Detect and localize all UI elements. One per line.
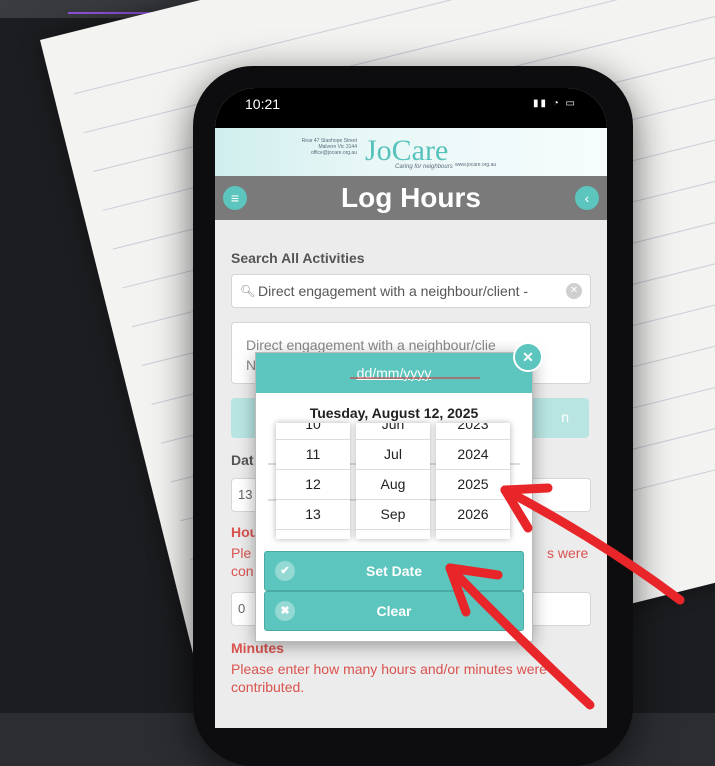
minutes-help: Please enter how many hours and/or minut…	[231, 661, 547, 695]
year-option[interactable]: 2026	[436, 499, 510, 530]
month-option[interactable]: Jun	[356, 423, 430, 440]
year-option[interactable]: 2024	[436, 439, 510, 470]
date-picker-modal: dd/mm/yyyy Tuesday, August 12, 2025 10 1…	[255, 352, 533, 642]
day-wheel[interactable]: 10 11 12 13 14	[276, 423, 350, 539]
brand-tagline: Caring for neighbours	[395, 164, 453, 170]
set-date-button[interactable]: ✔ Set Date	[264, 551, 524, 591]
day-option-selected[interactable]: 12	[276, 469, 350, 500]
brand-website: www.jocare.org.au	[455, 162, 497, 168]
status-icons: ▮▮ ◔ ▭	[532, 98, 577, 109]
activity-search-input[interactable]: 🔍︎ Direct engagement with a neighbour/cl…	[231, 274, 591, 308]
check-icon: ✔	[275, 561, 295, 581]
clear-date-button[interactable]: ✖ Clear	[264, 591, 524, 631]
close-modal-icon[interactable]: ✕	[513, 342, 543, 372]
page-title: Log Hours	[341, 182, 481, 213]
year-option[interactable]: 2027	[436, 529, 510, 539]
date-picker-header: dd/mm/yyyy	[256, 353, 532, 393]
month-option-selected[interactable]: Aug	[356, 469, 430, 500]
minutes-label: Minutes	[231, 640, 284, 656]
brand-address: Rear 47 Stanhope Street Malvern Vic 3144…	[301, 138, 357, 156]
brand-banner: Rear 47 Stanhope Street Malvern Vic 3144…	[215, 128, 607, 176]
year-wheel[interactable]: 2023 2024 2025 2026 2027	[436, 423, 510, 539]
search-label: Search All Activities	[231, 250, 365, 266]
date-picker-current-date: Tuesday, August 12, 2025	[309, 405, 479, 421]
year-option-selected[interactable]: 2025	[436, 469, 510, 500]
x-icon: ✖	[275, 601, 295, 621]
status-bar: 10:21 ▮▮ ◔ ▭	[215, 88, 607, 128]
day-option[interactable]: 10	[276, 423, 350, 440]
date-format: dd/mm/yyyy	[356, 365, 432, 381]
day-option[interactable]: 14	[276, 529, 350, 539]
day-option[interactable]: 13	[276, 499, 350, 530]
title-bar: ≡ Log Hours ‹	[215, 176, 607, 220]
status-time: 10:21	[245, 96, 281, 112]
date-label: Dat	[231, 452, 254, 468]
month-option[interactable]: Oct	[356, 529, 430, 539]
jocare-logo: JoCare	[365, 134, 449, 167]
day-option[interactable]: 11	[276, 439, 350, 470]
search-icon: 🔍︎	[240, 284, 256, 298]
month-option[interactable]: Jul	[356, 439, 430, 470]
clear-search-icon[interactable]: ✕	[566, 283, 582, 299]
back-icon[interactable]: ‹	[575, 186, 599, 210]
year-option[interactable]: 2023	[436, 423, 510, 440]
date-wheels: 10 11 12 13 14 Jun Jul Aug Sep Oct 2023 …	[276, 423, 512, 539]
month-option[interactable]: Sep	[356, 499, 430, 530]
month-wheel[interactable]: Jun Jul Aug Sep Oct	[356, 423, 430, 539]
